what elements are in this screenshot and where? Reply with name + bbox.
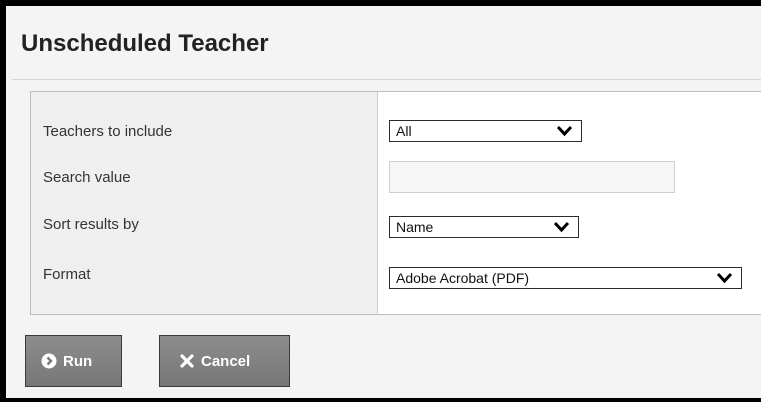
cancel-button[interactable]: Cancel <box>159 335 290 387</box>
page-title: Unscheduled Teacher <box>21 30 269 57</box>
x-icon <box>179 353 195 369</box>
cancel-label: Cancel <box>201 352 251 370</box>
chevron-down-icon <box>553 220 570 234</box>
teachers-to-include-value: All <box>396 123 412 139</box>
chevron-down-icon <box>716 271 733 285</box>
run-button[interactable]: Run <box>25 335 122 387</box>
format-label: Format <box>43 266 91 283</box>
title-divider <box>12 79 761 80</box>
chevron-down-icon <box>556 124 573 138</box>
sort-results-by-value: Name <box>396 219 434 235</box>
sort-results-by-select[interactable]: Name <box>389 216 579 238</box>
label-column: Teachers to include Search value Sort re… <box>31 92 378 314</box>
sort-results-by-label: Sort results by <box>43 216 139 233</box>
teachers-to-include-label: Teachers to include <box>43 123 173 140</box>
search-value-input[interactable] <box>389 161 675 193</box>
report-dialog: Unscheduled Teacher Teachers to include … <box>0 0 761 402</box>
chevron-circle-right-icon <box>41 353 57 369</box>
teachers-to-include-select[interactable]: All <box>389 120 582 142</box>
run-label: Run <box>63 352 93 370</box>
format-value: Adobe Acrobat (PDF) <box>396 270 530 286</box>
search-value-label: Search value <box>43 169 131 186</box>
report-options-form: Teachers to include Search value Sort re… <box>30 91 761 315</box>
format-select[interactable]: Adobe Acrobat (PDF) <box>389 267 742 289</box>
